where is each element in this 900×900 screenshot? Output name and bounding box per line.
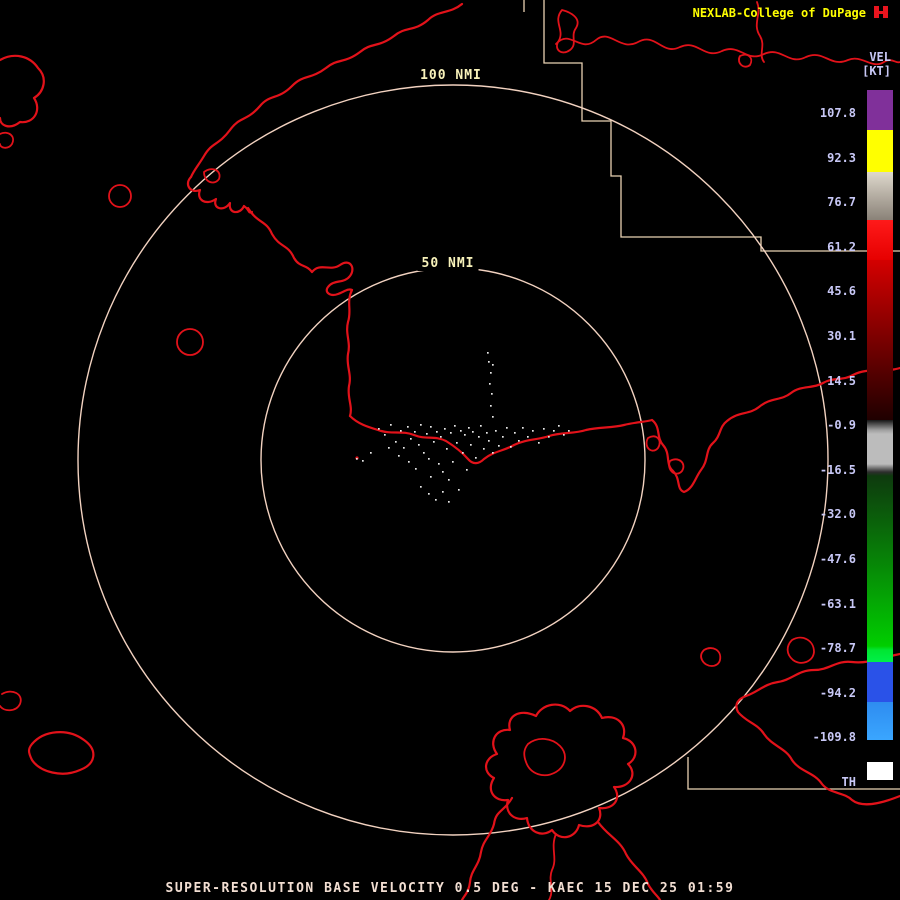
colorbar-tick-label: 61.2 — [827, 239, 856, 254]
velocity-colorbar — [867, 90, 893, 780]
colorbar-tick-label: 107.8 — [819, 106, 856, 120]
radar-velocity-returns — [356, 352, 570, 503]
colorbar-tick-label: -16.5 — [819, 462, 856, 477]
colorbar-tick-label: TH — [841, 775, 856, 789]
colorbar-tick-label: -63.1 — [819, 596, 856, 611]
colorbar-tick-label: -47.6 — [819, 552, 856, 566]
colorbar-tick-label: 30.1 — [827, 329, 856, 343]
colorbar-tick-label: -78.7 — [819, 641, 856, 656]
range-rings — [77, 84, 829, 836]
cod-logo-icon — [874, 6, 888, 18]
colorbar-tick-label: 76.7 — [827, 195, 856, 210]
colorbar-unit-bracket: [KT] — [862, 64, 891, 78]
colorbar-tick-label: -32.0 — [819, 507, 856, 522]
range-ring-100nmi — [77, 84, 829, 836]
page-title: NEXLAB-College of DuPage — [692, 6, 866, 20]
range-ring-50nmi — [260, 267, 646, 653]
radar-map-canvas — [0, 0, 900, 900]
range-ring-label-50nmi: 50 NMI — [417, 256, 479, 271]
colorbar-tick-label: 45.6 — [827, 284, 856, 299]
range-ring-label-100nmi: 100 NMI — [416, 68, 486, 83]
colorbar-units: VEL [KT] — [862, 50, 891, 78]
colorbar-tick-label: 14.5 — [827, 373, 856, 388]
colorbar-tick-label: -0.9 — [827, 418, 856, 433]
colorbar-tick-label: -109.8 — [812, 730, 856, 745]
colorbar-unit-label: VEL — [869, 50, 891, 64]
coastline-outlines — [0, 1, 900, 900]
colorbar-tick-label: -94.2 — [819, 685, 856, 700]
radar-display: 100 NMI 50 NMI NEXLAB-College of DuPage … — [0, 0, 900, 900]
colorbar-tick-label: 92.3 — [827, 150, 856, 165]
status-bar: SUPER-RESOLUTION BASE VELOCITY 0.5 DEG -… — [165, 881, 735, 896]
